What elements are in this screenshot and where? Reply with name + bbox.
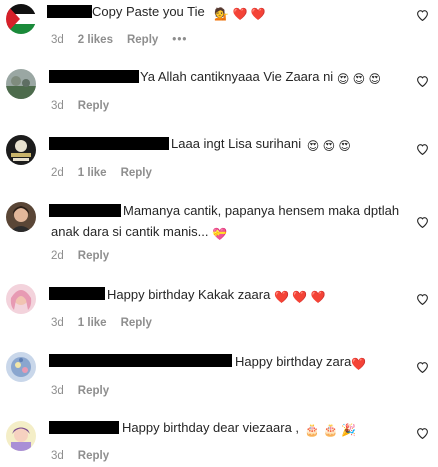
comment-2: Ya Allah cantiknyaaa Vie Zaara ni 😍 😍 😍 … <box>0 66 438 118</box>
comment-age: 3d <box>51 317 64 329</box>
comment-text: Mamanya cantik, papanya hensem maka dptl… <box>51 200 421 245</box>
comment-3: Laaa ingt Lisa surihani 😍 😍 😍 2d 1 like … <box>0 133 438 185</box>
like-heart-icon[interactable] <box>416 293 429 305</box>
comment-meta: 3d Reply <box>51 450 123 462</box>
badge-avatar-icon <box>6 135 36 165</box>
cartoon-avatar-icon <box>6 421 36 451</box>
redacted-username <box>49 70 139 83</box>
like-count[interactable]: 1 like <box>78 317 107 329</box>
comment-1: Copy Paste you Tie 💁 ❤️ ❤️ 3d 2 likes Re… <box>0 0 438 52</box>
emoji-group: 😍 😍 😍 <box>336 72 382 86</box>
comment-text: Happy birthday Kakak zaara ❤️ ❤️ ❤️ <box>107 284 325 308</box>
comment-age: 2d <box>51 167 64 179</box>
emoji-group: 💁 ❤️ ❤️ <box>214 7 266 21</box>
redacted-username <box>49 354 232 367</box>
comment-text: Happy birthday zara❤️ <box>235 351 366 375</box>
comment-age: 3d <box>51 100 64 112</box>
avatar[interactable] <box>6 4 36 34</box>
portrait-avatar-icon <box>6 202 36 232</box>
reply-button[interactable]: Reply <box>78 250 109 262</box>
comment-age: 2d <box>51 250 64 262</box>
like-count[interactable]: 1 like <box>78 167 107 179</box>
like-heart-icon[interactable] <box>416 75 429 87</box>
reply-button[interactable]: Reply <box>127 34 158 46</box>
reply-button[interactable]: Reply <box>121 317 152 329</box>
like-heart-icon[interactable] <box>416 9 429 21</box>
avatar[interactable] <box>6 421 36 451</box>
comment-meta: 2d Reply <box>51 250 123 262</box>
emoji-group: 😍 😍 😍 <box>306 139 351 153</box>
illustrated-avatar-icon <box>6 352 36 382</box>
flag-avatar-icon <box>6 4 36 34</box>
comment-meta: 3d Reply <box>51 100 123 112</box>
reply-button[interactable]: Reply <box>78 100 109 112</box>
redacted-username <box>49 421 119 434</box>
like-heart-icon[interactable] <box>416 143 429 155</box>
avatar[interactable] <box>6 135 36 165</box>
comment-7: Happy birthday dear viezaara , 🎂 🎂 🎉 3d … <box>0 417 438 467</box>
emoji-group: ❤️ <box>351 357 367 371</box>
comment-meta: 3d 1 like Reply <box>51 317 166 329</box>
comment-meta: 2d 1 like Reply <box>51 167 166 179</box>
comment-text: Copy Paste you Tie 💁 ❤️ ❤️ <box>92 1 266 25</box>
avatar[interactable] <box>6 352 36 382</box>
avatar[interactable] <box>6 69 36 99</box>
redacted-username <box>49 137 169 150</box>
comment-age: 3d <box>51 385 64 397</box>
comment-age: 3d <box>51 34 64 46</box>
comment-meta: 3d Reply <box>51 385 123 397</box>
emoji-group: ❤️ ❤️ ❤️ <box>273 290 326 304</box>
comment-text: Happy birthday dear viezaara , 🎂 🎂 🎉 <box>122 417 356 441</box>
like-heart-icon[interactable] <box>416 216 429 228</box>
reply-button[interactable]: Reply <box>121 167 152 179</box>
comment-meta: 3d 2 likes Reply ••• <box>51 34 201 46</box>
avatar[interactable] <box>6 284 36 314</box>
like-heart-icon[interactable] <box>416 361 429 373</box>
comment-text: Laaa ingt Lisa surihani 😍 😍 😍 <box>171 133 351 157</box>
like-count[interactable]: 2 likes <box>78 34 113 46</box>
reply-button[interactable]: Reply <box>78 385 109 397</box>
comment-5: Happy birthday Kakak zaara ❤️ ❤️ ❤️ 3d 1… <box>0 284 438 336</box>
emoji-group: 💝 <box>212 227 228 241</box>
comment-text: Ya Allah cantiknyaaa Vie Zaara ni 😍 😍 😍 <box>140 66 381 90</box>
comment-6: Happy birthday zara❤️ 3d Reply <box>0 351 438 403</box>
redacted-username <box>49 287 105 300</box>
comment-age: 3d <box>51 450 64 462</box>
pink-portrait-avatar-icon <box>6 284 36 314</box>
comment-4: Mamanya cantik, papanya hensem maka dptl… <box>0 200 438 270</box>
avatar[interactable] <box>6 202 36 232</box>
emoji-group: 🎂 🎂 🎉 <box>304 423 357 437</box>
like-heart-icon[interactable] <box>416 427 429 439</box>
more-options-icon[interactable]: ••• <box>172 34 187 46</box>
landscape-avatar-icon <box>6 69 36 99</box>
reply-button[interactable]: Reply <box>78 450 109 462</box>
redacted-username <box>47 5 92 18</box>
